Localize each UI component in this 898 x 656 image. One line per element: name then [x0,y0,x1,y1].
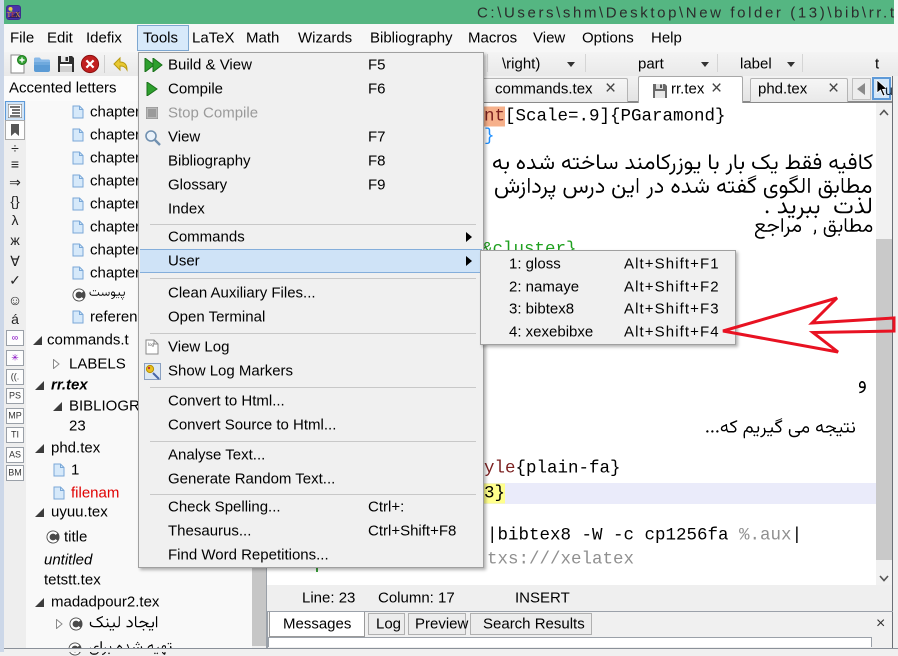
svg-text:log: log [148,342,155,347]
svg-text:TEX: TEX [7,11,21,19]
